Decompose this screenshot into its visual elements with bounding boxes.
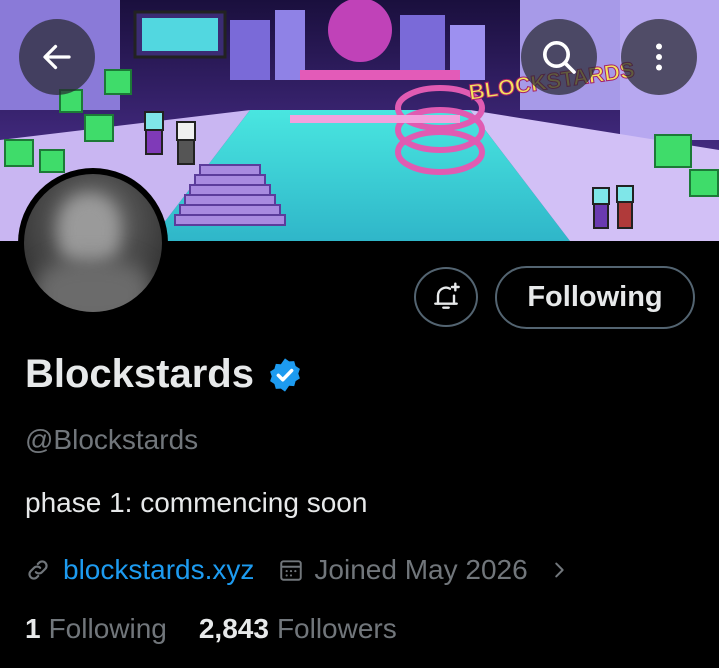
more-options-button[interactable] — [621, 19, 697, 95]
profile-avatar[interactable] — [18, 168, 168, 318]
arrow-left-icon — [43, 44, 71, 70]
followers-stat[interactable]: 2,843 Followers — [199, 613, 397, 645]
profile-display-name: Blockstards — [25, 352, 254, 396]
link-icon — [28, 560, 48, 580]
following-button[interactable]: Following — [495, 266, 695, 329]
profile-meta-row: blockstards.xyz Joined May 2026 — [25, 550, 570, 590]
following-count: 1 — [25, 613, 41, 644]
search-button[interactable] — [521, 19, 597, 95]
back-button[interactable] — [19, 19, 95, 95]
profile-bio: phase 1: commencing soon — [25, 487, 368, 518]
profile-handle: @Blockstards — [25, 424, 199, 455]
profile-joined-date: Joined May 2026 — [314, 554, 528, 585]
following-label: Following — [48, 613, 167, 644]
following-stat[interactable]: 1 Following — [25, 613, 167, 645]
profile-stats-row: 1 Following 2,843 Followers — [25, 613, 397, 645]
profile-name-row: Blockstards — [25, 352, 304, 397]
notify-button[interactable] — [414, 267, 478, 327]
avatar-image — [24, 174, 162, 312]
followers-label: Followers — [276, 613, 397, 644]
calendar-icon — [280, 560, 303, 581]
profile-website-link[interactable]: blockstards.xyz — [63, 554, 254, 586]
chevron-right-icon[interactable] — [548, 559, 570, 581]
bell-plus-icon — [434, 282, 460, 309]
search-icon — [543, 41, 576, 74]
followers-count: 2,843 — [198, 613, 269, 644]
verified-badge-icon[interactable] — [266, 356, 304, 394]
more-vertical-icon — [656, 43, 662, 71]
